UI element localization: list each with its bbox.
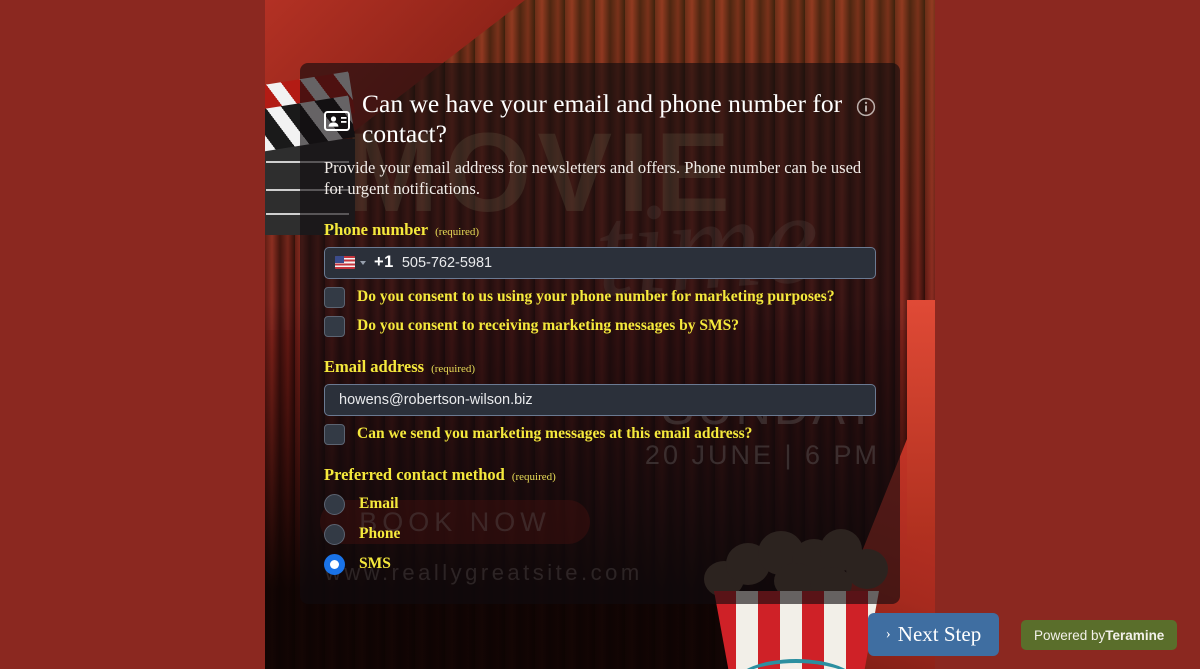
modal-header: Can we have your email and phone number … — [324, 89, 876, 148]
email-input-value: howens@robertson-wilson.biz — [339, 391, 533, 408]
sms-marketing-checkbox[interactable] — [324, 315, 345, 337]
page-root: MOVIE time SUNDAY 20 JUNE | 6 PM BOOK NO… — [0, 0, 1200, 669]
radio-phone-control[interactable] — [324, 523, 345, 545]
radio-option-email[interactable]: Email — [324, 493, 876, 515]
phone-number-label: Phone number (required) — [324, 220, 876, 240]
phone-consent-label-2: Do you consent to receiving marketing me… — [357, 317, 740, 335]
phone-input[interactable]: +1 505-762-5981 — [324, 246, 876, 279]
powered-by-badge[interactable]: Powered by Teramine — [1021, 620, 1178, 650]
email-input[interactable]: howens@robertson-wilson.biz — [324, 383, 876, 416]
page-title: Can we have your email and phone number … — [362, 89, 843, 148]
radio-email-label: Email — [359, 495, 399, 513]
preferred-contact-label: Preferred contact method (required) — [324, 465, 876, 485]
poster-edge-stripe — [907, 300, 935, 540]
contact-card-icon — [324, 111, 350, 136]
preferred-contact-label-text: Preferred contact method — [324, 464, 505, 484]
phone-marketing-checkbox[interactable] — [324, 286, 345, 308]
radio-phone-label: Phone — [359, 525, 401, 543]
country-selector[interactable] — [325, 256, 374, 270]
email-consent-row[interactable]: Can we send you marketing messages at th… — [324, 423, 876, 445]
chevron-down-icon — [360, 260, 366, 265]
email-consent-label: Can we send you marketing messages at th… — [357, 425, 753, 443]
radio-option-phone[interactable]: Phone — [324, 523, 876, 545]
info-circle-icon[interactable] — [856, 97, 876, 122]
phone-required-marker: (required) — [435, 225, 480, 238]
modal-subtitle: Provide your email address for newslette… — [324, 158, 862, 199]
preferred-required-marker: (required) — [511, 470, 556, 483]
email-marketing-checkbox[interactable] — [324, 423, 345, 445]
contact-form-modal: Can we have your email and phone number … — [300, 63, 900, 604]
phone-consent-row-1[interactable]: Do you consent to us using your phone nu… — [324, 286, 876, 308]
radio-option-sms[interactable]: SMS — [324, 553, 876, 575]
radio-sms-label: SMS — [359, 555, 391, 573]
powered-by-prefix: Powered by — [1034, 627, 1106, 643]
radio-email-control[interactable] — [324, 493, 345, 515]
radio-sms-control[interactable] — [324, 553, 345, 575]
dial-code: +1 — [374, 253, 394, 272]
phone-consent-label-1: Do you consent to us using your phone nu… — [357, 288, 835, 306]
powered-by-brand: Teramine — [1105, 627, 1165, 643]
us-flag-icon — [335, 256, 355, 270]
chevron-right-icon: › — [885, 626, 891, 642]
email-address-label-text: Email address — [324, 356, 425, 376]
next-step-button[interactable]: › Next Step — [868, 613, 999, 656]
phone-consent-row-2[interactable]: Do you consent to receiving marketing me… — [324, 315, 876, 337]
email-address-label: Email address (required) — [324, 357, 876, 377]
email-required-marker: (required) — [431, 362, 476, 375]
phone-input-value: 505-762-5981 — [401, 254, 493, 271]
phone-number-label-text: Phone number — [324, 219, 429, 239]
next-step-label: Next Step — [897, 622, 982, 646]
